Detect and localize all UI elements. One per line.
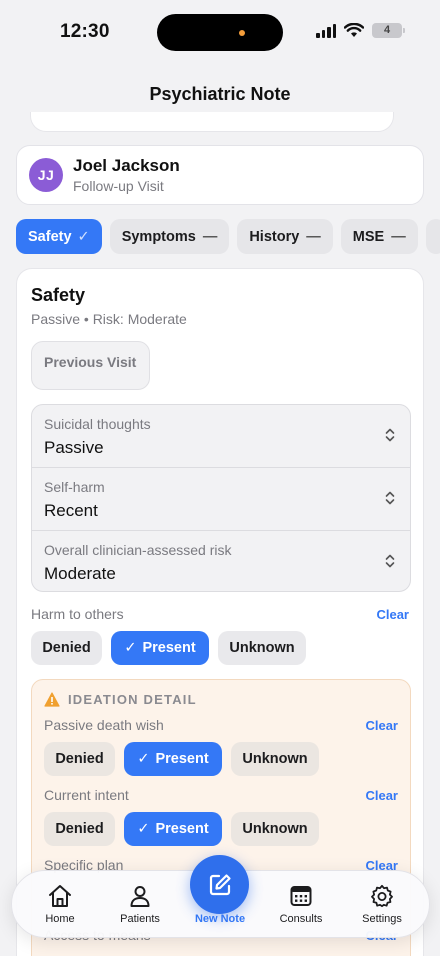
section-summary: Passive • Risk: Moderate (31, 311, 187, 327)
checkmark-icon: ✓ (77, 228, 90, 245)
incomplete-dash-icon: — (306, 228, 321, 245)
tab-safety[interactable]: Safety ✓ (16, 219, 102, 254)
cellular-signal-icon (316, 22, 336, 38)
tab-next-partial[interactable] (425, 219, 440, 254)
avatar: JJ (29, 158, 63, 192)
tabbar-item-settings[interactable]: Settings (342, 884, 422, 925)
option-present[interactable]: ✓ Present (124, 742, 222, 776)
tabbar-item-consults[interactable]: Consults (261, 884, 341, 925)
option-denied[interactable]: Denied (44, 812, 115, 846)
camera-indicator-dot (239, 30, 245, 36)
warning-icon (44, 692, 60, 707)
dynamic-island (157, 14, 283, 51)
tab-symptoms[interactable]: Symptoms — (109, 219, 230, 254)
harm-to-others-options: Denied ✓ Present Unknown (31, 631, 306, 665)
option-unknown[interactable]: Unknown (218, 631, 306, 665)
option-present[interactable]: ✓ Present (124, 812, 222, 846)
status-icons: 4 (316, 22, 405, 38)
select-overall-risk[interactable]: Overall clinician-assessed risk Moderate (32, 530, 410, 592)
incomplete-dash-icon: — (202, 228, 218, 245)
passive-death-wish-clear[interactable]: Clear (365, 718, 398, 733)
section-tabs: Safety ✓ Symptoms — History — MSE — (16, 219, 440, 254)
tab-history[interactable]: History — (237, 219, 333, 254)
tabbar-item-home[interactable]: Home (20, 884, 100, 925)
current-intent-options: Denied ✓ Present Unknown (44, 812, 319, 846)
option-present[interactable]: ✓ Present (111, 631, 209, 665)
harm-to-others-label: Harm to others (31, 606, 124, 622)
patient-card[interactable]: JJ Joel Jackson Follow-up Visit (16, 145, 424, 205)
ideation-detail-title: IDEATION DETAIL (68, 692, 197, 707)
tabbar-item-patients[interactable]: Patients (100, 884, 180, 925)
safety-card: Safety Passive • Risk: Moderate Previous… (16, 268, 424, 956)
scrolled-card-edge (30, 112, 394, 132)
select-suicidal-thoughts[interactable]: Suicidal thoughts Passive (32, 405, 410, 467)
chevron-up-down-icon (385, 491, 395, 505)
battery-icon: 4 (372, 22, 405, 38)
current-intent-label: Current intent (44, 787, 129, 803)
select-self-harm[interactable]: Self-harm Recent (32, 467, 410, 529)
patient-name: Joel Jackson (73, 155, 180, 175)
passive-death-wish-options: Denied ✓ Present Unknown (44, 742, 319, 776)
page-title: Psychiatric Note (149, 84, 291, 104)
calendar-icon (290, 886, 312, 906)
option-denied[interactable]: Denied (44, 742, 115, 776)
new-note-button[interactable] (190, 855, 249, 914)
chevron-up-down-icon (385, 428, 395, 442)
compose-icon (209, 873, 231, 895)
current-intent-clear[interactable]: Clear (365, 788, 398, 803)
person-icon (130, 886, 150, 907)
gear-icon (371, 884, 393, 908)
option-unknown[interactable]: Unknown (231, 812, 319, 846)
option-denied[interactable]: Denied (31, 631, 102, 665)
option-unknown[interactable]: Unknown (231, 742, 319, 776)
checkmark-icon: ✓ (137, 821, 150, 837)
visit-type: Follow-up Visit (73, 177, 164, 194)
section-title: Safety (31, 285, 86, 305)
passive-death-wish-label: Passive death wish (44, 717, 164, 733)
tab-mse[interactable]: MSE — (340, 219, 418, 254)
status-time: 12:30 (60, 21, 110, 42)
house-icon (49, 885, 71, 907)
wifi-icon (344, 22, 364, 37)
incomplete-dash-icon: — (391, 228, 406, 245)
safety-selects: Suicidal thoughts Passive Self-harm Rece… (31, 404, 411, 592)
checkmark-icon: ✓ (137, 751, 150, 767)
chevron-up-down-icon (385, 554, 395, 568)
checkmark-icon: ✓ (124, 640, 137, 656)
harm-to-others-clear[interactable]: Clear (376, 607, 409, 622)
status-bar: 12:30 4 (0, 0, 440, 64)
previous-visit-button[interactable]: Previous Visit (31, 341, 150, 390)
